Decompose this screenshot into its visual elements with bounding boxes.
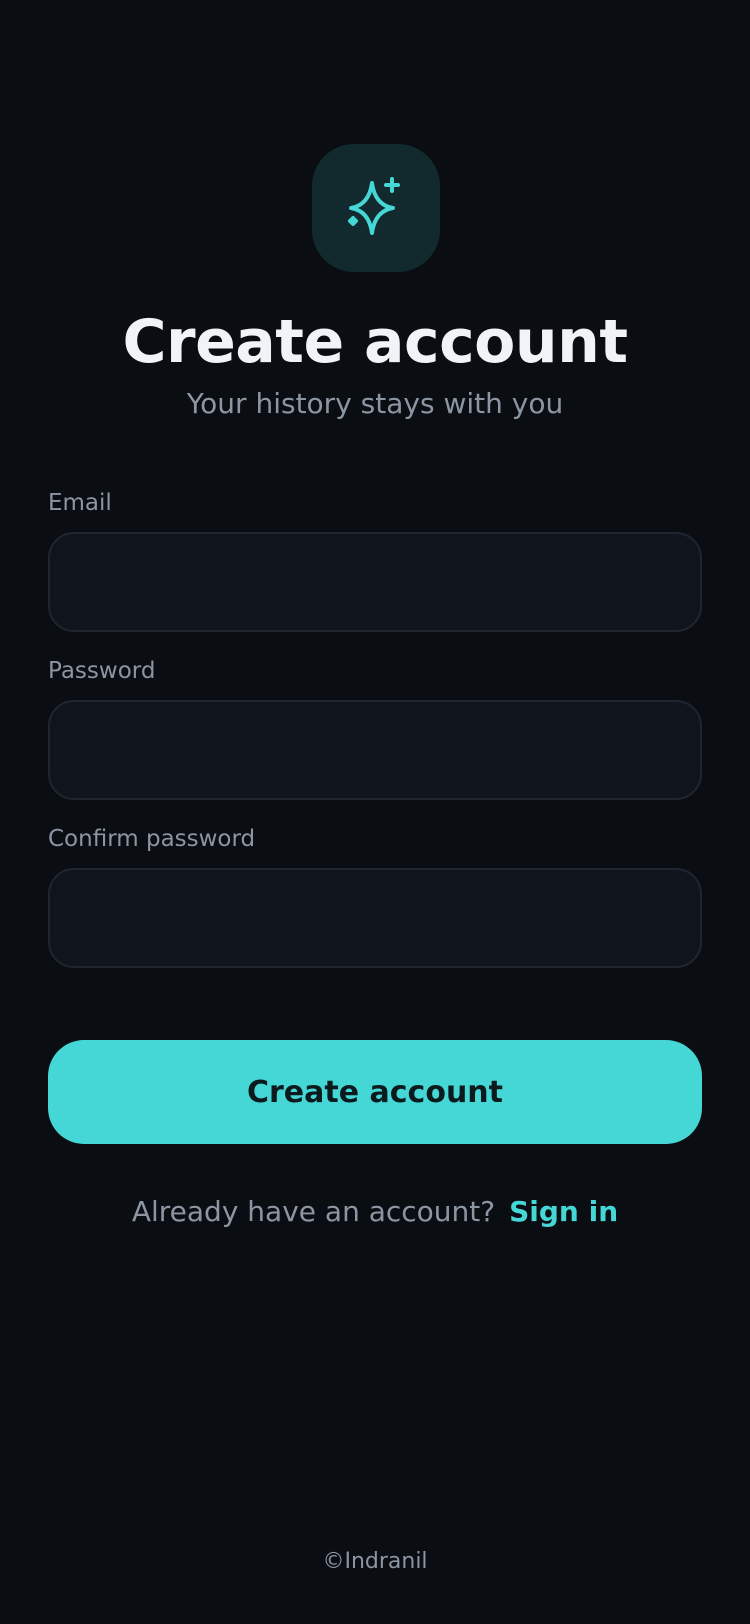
signin-row: Already have an account? Sign in <box>0 1194 750 1230</box>
footer-copyright: ©Indranil <box>322 1549 428 1574</box>
password-label: Password <box>48 658 156 684</box>
confirm-password-field[interactable] <box>48 868 702 968</box>
confirm-password-label: Confirm password <box>48 826 256 852</box>
create-account-button[interactable]: Create account <box>48 1040 702 1144</box>
page-subtitle: Your history stays with you <box>186 387 564 420</box>
sparkles-icon <box>348 177 400 235</box>
email-label: Email <box>48 490 112 516</box>
page-title: Create account <box>122 307 628 377</box>
signin-prompt: Already have an account? <box>131 1195 496 1228</box>
email-field[interactable] <box>48 532 702 632</box>
app-logo <box>312 144 440 272</box>
sign-in-link[interactable]: Sign in <box>509 1195 618 1228</box>
password-field[interactable] <box>48 700 702 800</box>
